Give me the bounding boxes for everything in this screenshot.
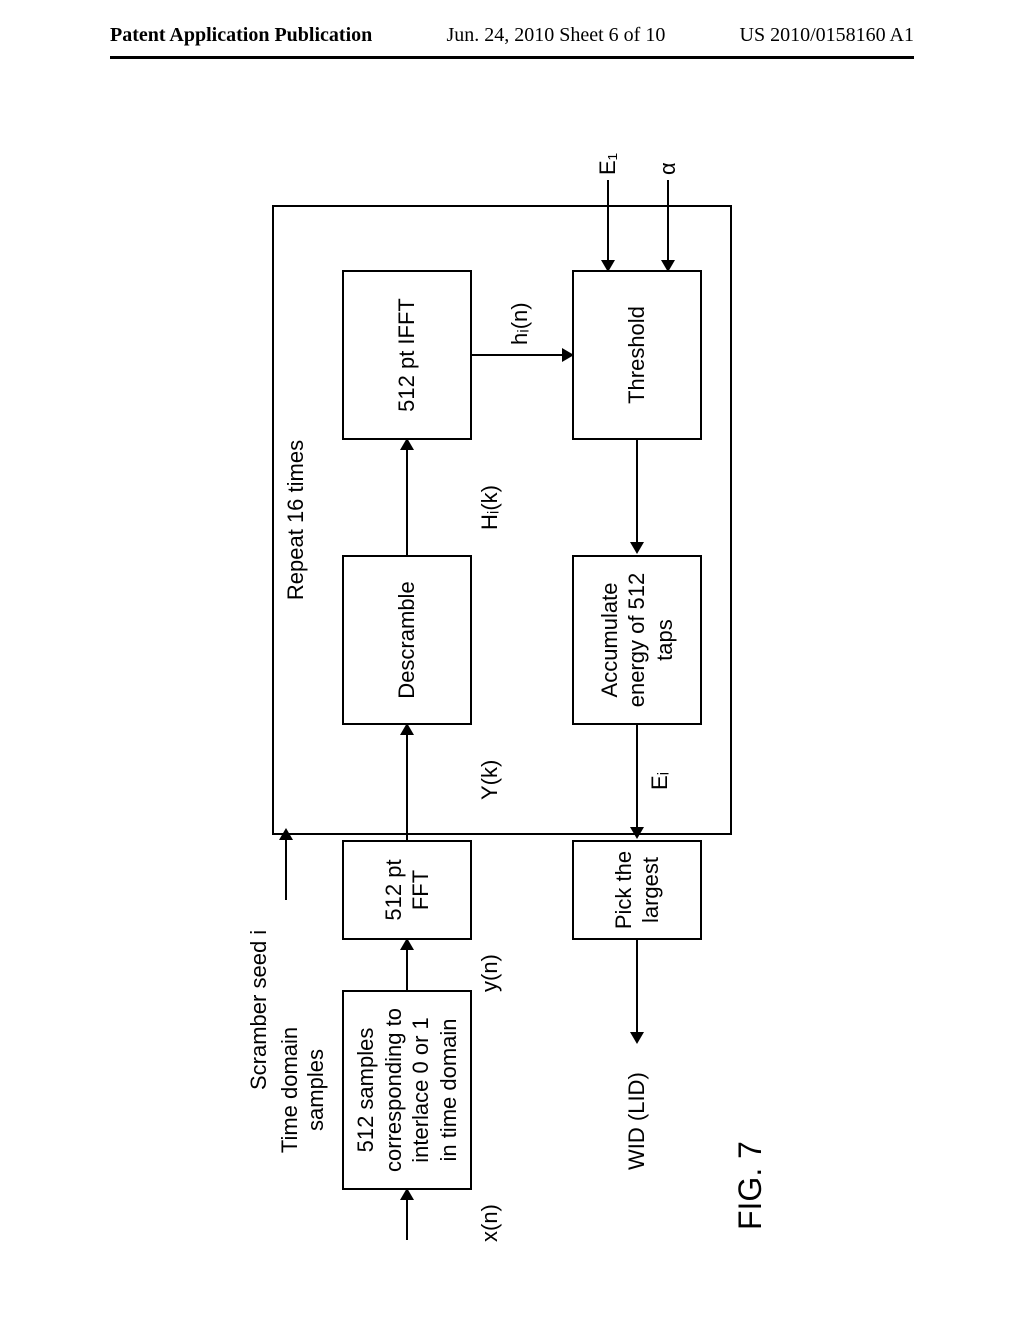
header-rule (110, 56, 914, 59)
figure-7-diagram: Repeat 16 times 512 samples correspondin… (252, 170, 772, 1230)
box-ifft: 512 pt IFFT (342, 270, 472, 440)
arrow-xin-head (400, 1188, 414, 1200)
label-E1: E₁ (595, 153, 621, 175)
arrow-hin-head (562, 348, 574, 362)
arrow-Hik-head (400, 438, 414, 450)
label-wid: WID (LID) (624, 1072, 650, 1170)
label-xin: x(n) (477, 1204, 503, 1242)
arrow-hin-seg (472, 354, 572, 356)
label-alpha: α (655, 162, 681, 175)
arrow-wid-seg (636, 940, 638, 1040)
label-scrambler-seed: Scramber seed i (246, 900, 272, 1090)
arrow-scrambler-head (279, 828, 293, 840)
header-left-text: Patent Application Publication (110, 24, 372, 47)
arrow-Hik-seg (406, 440, 408, 555)
label-Ei: Eᵢ (647, 772, 673, 790)
label-hin: hᵢ(n) (507, 302, 533, 345)
label-time-domain: Time domain samples (277, 1010, 329, 1170)
box-pick-largest: Pick the largest (572, 840, 702, 940)
arrow-Yk-head (400, 723, 414, 735)
arrow-yn-head (400, 938, 414, 950)
arrow-E1-head (601, 260, 615, 272)
arrow-acc-pick-seg (636, 725, 638, 835)
arrow-th-acc-head (630, 542, 644, 554)
label-Yk: Y(k) (477, 760, 503, 800)
arrow-th-acc-seg (636, 440, 638, 550)
box-accumulate: Accumulate energy of 512 taps (572, 555, 702, 725)
box-fft: 512 pt FFT (342, 840, 472, 940)
box-512-samples: 512 samples corresponding to interlace 0… (342, 990, 472, 1190)
figure-caption: FIG. 7 (732, 1141, 769, 1230)
arrow-acc-pick-head (630, 827, 644, 839)
box-descramble: Descramble (342, 555, 472, 725)
arrow-alpha-head (661, 260, 675, 272)
arrow-alpha-seg (667, 180, 669, 270)
arrow-wid-head (630, 1032, 644, 1044)
header-right-text: US 2010/0158160 A1 (740, 24, 914, 47)
arrow-scrambler-seg (285, 835, 287, 900)
arrow-Yk-seg (406, 725, 408, 840)
box-threshold: Threshold (572, 270, 702, 440)
header-center-text: Jun. 24, 2010 Sheet 6 of 10 (446, 24, 665, 47)
arrow-E1-seg (607, 180, 609, 270)
repeat-label: Repeat 16 times (282, 207, 310, 833)
label-yn: y(n) (477, 954, 503, 992)
label-Hik: Hᵢ(k) (477, 485, 503, 530)
